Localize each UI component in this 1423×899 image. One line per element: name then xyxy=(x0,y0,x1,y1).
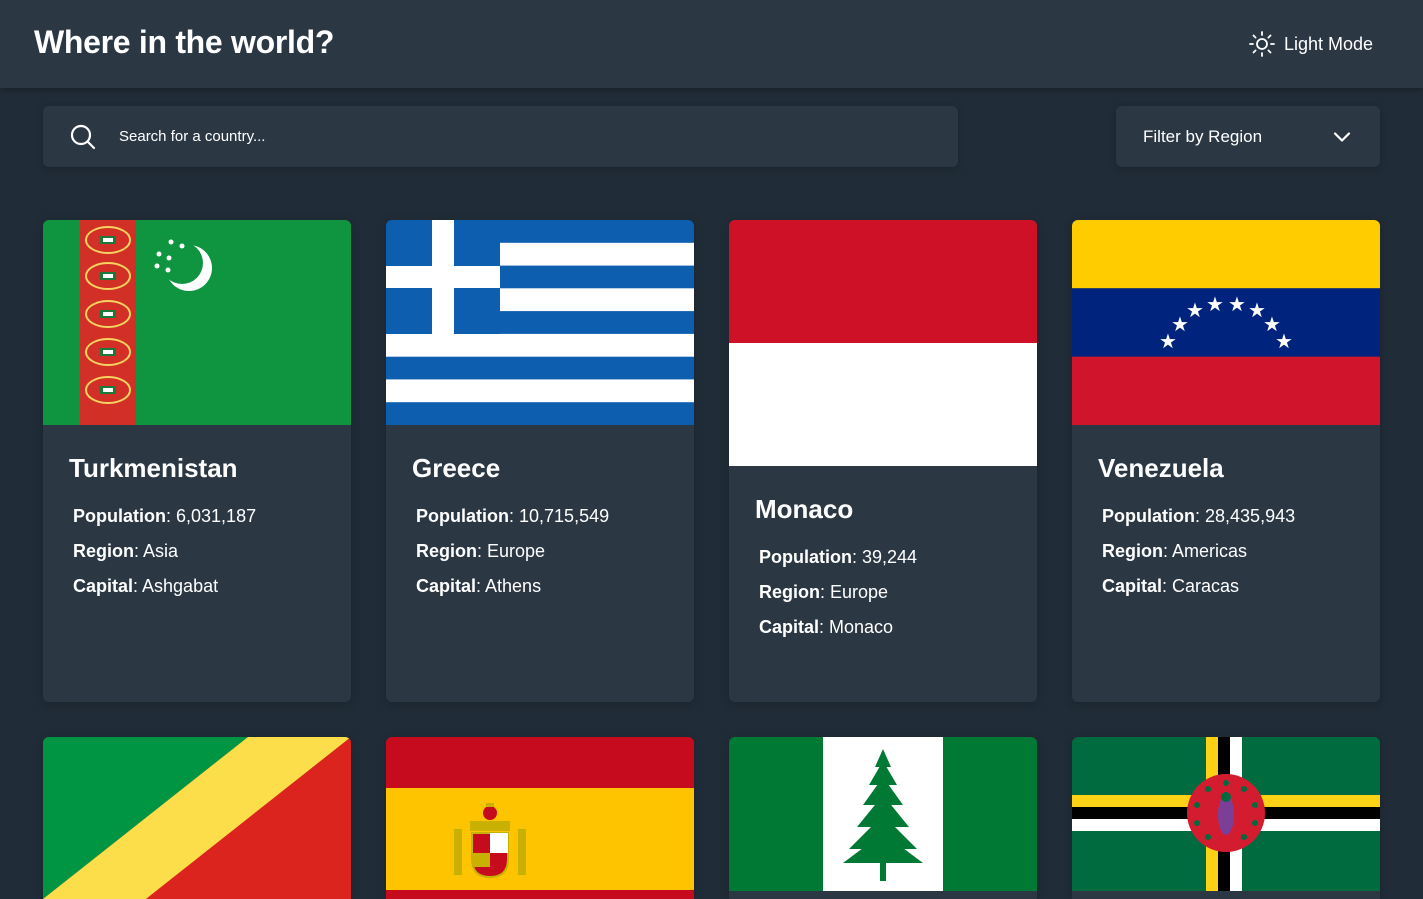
light-mode-toggle[interactable]: Light Mode xyxy=(1248,28,1373,60)
country-name: Venezuela xyxy=(1098,453,1224,483)
country-region: Region: Europe xyxy=(416,541,546,561)
country-capital: Capital: Monaco xyxy=(759,617,894,637)
country-card-venezuela[interactable]: ★ ★ ★ ★ ★ ★ ★ ★ Venezuela Population: 28… xyxy=(1072,220,1380,702)
flag-dominica xyxy=(1072,737,1380,899)
country-region: Region: Asia xyxy=(73,541,179,561)
region-filter-label: Filter by Region xyxy=(1143,126,1263,146)
search-icon xyxy=(70,124,96,149)
country-card-greece[interactable]: Greece Population: 10,715,549 Region: Eu… xyxy=(386,220,694,702)
country-card-dominica[interactable] xyxy=(1072,737,1380,899)
country-region: Region: Americas xyxy=(1102,541,1248,561)
country-population: Population: 6,031,187 xyxy=(73,506,257,526)
country-card-congo[interactable] xyxy=(43,737,351,899)
sun-icon xyxy=(1249,31,1275,57)
country-region: Region: Europe xyxy=(759,582,889,602)
flag-republic-of-congo xyxy=(43,737,351,899)
app-title: Where in the world? xyxy=(34,24,335,60)
search-bar xyxy=(43,106,958,167)
country-population: Population: 10,715,549 xyxy=(416,506,610,526)
svg-text:★: ★ xyxy=(1228,292,1246,316)
region-filter-dropdown[interactable]: Filter by Region xyxy=(1116,106,1380,167)
search-input[interactable] xyxy=(119,116,958,157)
country-card-monaco[interactable]: Monaco Population: 39,244 Region: Europe… xyxy=(729,220,1037,702)
country-population: Population: 39,244 xyxy=(759,547,918,567)
country-card-norfolk-island[interactable] xyxy=(729,737,1037,899)
flag-norfolk-island xyxy=(729,737,1037,899)
country-name: Turkmenistan xyxy=(69,453,238,483)
svg-text:★: ★ xyxy=(1275,329,1293,353)
header: Where in the world? Light Mode xyxy=(0,0,1423,88)
country-card-turkmenistan[interactable]: Turkmenistan Population: 6,031,187 Regio… xyxy=(43,220,351,702)
light-mode-label: Light Mode xyxy=(1283,33,1373,54)
country-population: Population: 28,435,943 xyxy=(1102,506,1296,526)
flag-turkmenistan xyxy=(43,220,351,425)
country-capital: Capital: Ashgabat xyxy=(73,576,219,596)
country-capital: Capital: Athens xyxy=(416,576,542,596)
flag-venezuela: ★ ★ ★ ★ ★ ★ ★ ★ xyxy=(1072,220,1380,425)
country-capital: Capital: Caracas xyxy=(1102,576,1240,596)
country-card-spain[interactable] xyxy=(386,737,694,899)
country-name: Monaco xyxy=(755,494,854,524)
flag-spain xyxy=(386,737,694,899)
svg-text:★: ★ xyxy=(1206,292,1224,316)
flag-monaco xyxy=(729,220,1037,466)
svg-text:★: ★ xyxy=(1186,298,1204,322)
chevron-down-icon xyxy=(1333,131,1351,142)
country-name: Greece xyxy=(412,453,501,483)
flag-greece xyxy=(386,220,694,425)
